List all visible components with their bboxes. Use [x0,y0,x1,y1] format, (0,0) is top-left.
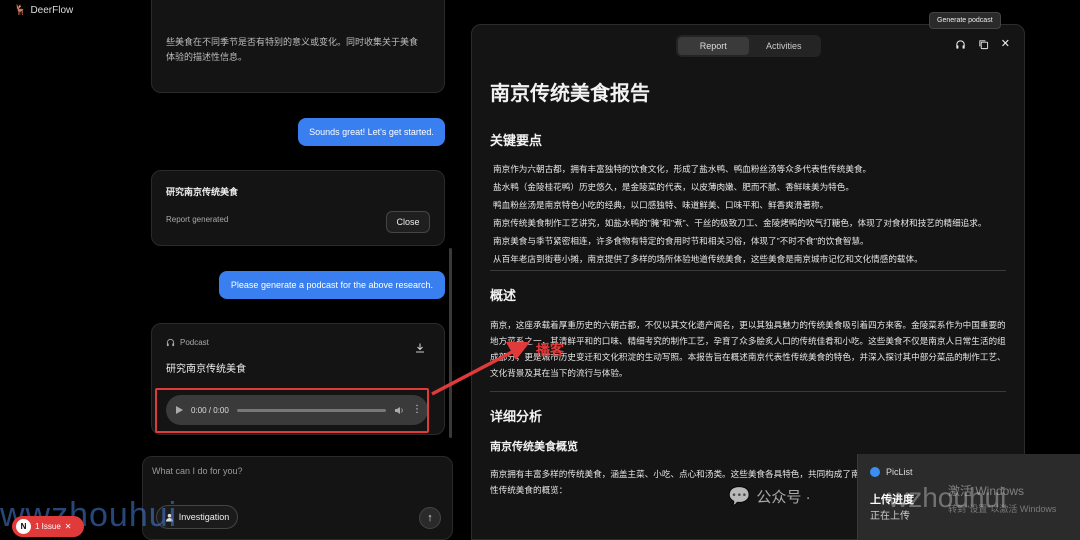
report-card[interactable]: 研究南京传统美食 Report generated Close [151,170,445,246]
list-item: 从百年老店到街巷小摊，南京提供了多样的场所体验地道传统美食，这些美食是南京城市记… [493,254,923,264]
section-heading: 详细分析 [490,409,543,424]
user-message: Please generate a podcast for the above … [219,271,445,299]
close-icon[interactable]: ✕ [65,522,72,531]
overview-paragraph: 南京，这座承载着厚重历史的六朝古都，不仅以其文化遗产闻名，更以其独具魅力的传统美… [490,320,1006,378]
report-status: Report generated [166,215,229,224]
report-card-title: 研究南京传统美食 [166,187,239,197]
chat-input-placeholder[interactable]: What can I do for you? [152,466,243,476]
piclist-icon [870,467,880,477]
list-item: 南京传统美食制作工艺讲究，如盐水鸭的"腌"和"煮"、干丝的极致刀工、金陵烤鸭的吹… [493,218,987,228]
close-button[interactable]: Close [386,211,430,233]
investigation-label: Investigation [178,512,230,522]
key-points-list: 南京作为六朝古都，拥有丰富独特的饮食文化，形成了盐水鸭、鸭血粉丝汤等众多代表性传… [490,162,1006,266]
send-button[interactable]: ↑ [419,507,441,529]
plan-text-line: 体验的描述性信息。 [166,52,248,62]
chat-column: 些美食在不同季节是否有特别的意义或变化。同时收集关于美食 体验的描述性信息。 S… [0,0,460,540]
wechat-text: 公众号 · [756,489,811,506]
plan-text-line: 些美食在不同季节是否有特别的意义或变化。同时收集关于美食 [166,37,419,47]
notification-app: PicList [886,467,913,477]
windows-activation-hint: 转到"设置"以激活 Windows [948,504,1057,514]
user-message: Sounds great! Let's get started. [298,118,445,146]
wechat-watermark: 💬 公众号 · [728,486,811,507]
subsection-heading: 南京传统美食概览 [490,441,578,453]
panel-actions: ✕ [955,39,1010,50]
divider [490,270,1006,271]
annotation-highlight-box [155,388,429,433]
headphones-icon [166,338,175,347]
section-heading: 关键要点 [490,133,543,148]
list-item: 南京作为六朝古都，拥有丰富独特的饮食文化，形成了盐水鸭、鸭血粉丝汤等众多代表性传… [493,164,872,174]
headphones-icon[interactable] [955,39,966,50]
close-icon[interactable]: ✕ [1001,39,1010,50]
chat-input-box[interactable]: What can I do for you? Investigation ↑ [142,456,453,540]
issue-label: 1 Issue [35,522,61,531]
divider [490,391,1006,392]
tab-activities[interactable]: Activities [749,37,820,55]
issue-avatar: N [16,519,31,534]
report-title: 南京传统美食报告 [490,83,650,105]
windows-activation-title: 激活 Windows [948,484,1025,498]
section-heading: 概述 [490,288,517,303]
podcast-title: 研究南京传统美食 [166,364,246,375]
report-document: 南京传统美食报告 关键要点 南京作为六朝古都，拥有丰富独特的饮食文化，形成了盐水… [490,77,1006,498]
podcast-label: Podcast [166,338,430,347]
annotation-label: 播客 [536,342,564,358]
notification-header: PicList [870,467,913,477]
list-item: 南京美食与季节紧密相连，许多食物有特定的食用时节和相关习俗，体现了"不时不食"的… [493,236,869,246]
issue-badge[interactable]: N 1 Issue ✕ [12,516,84,537]
plan-card: 些美食在不同季节是否有特别的意义或变化。同时收集关于美食 体验的描述性信息。 [151,0,445,93]
wechat-icon: 💬 [728,486,751,506]
podcast-label-text: Podcast [180,338,209,347]
tab-report[interactable]: Report [678,37,749,55]
tooltip: Generate podcast [929,12,1001,29]
panel-tabs: Report Activities [676,35,821,57]
list-item: 盐水鸭（金陵桂花鸭）历史悠久，是金陵菜的代表，以皮薄肉嫩、肥而不腻、香鲜味美为特… [493,182,854,192]
copy-icon[interactable] [978,39,989,50]
list-item: 鸭血粉丝汤是南京特色小吃的经典，以口感独特、味道鲜美、口味平和、鲜香爽滑著称。 [493,200,829,210]
download-icon[interactable] [414,342,426,354]
chat-scrollbar[interactable] [449,248,452,438]
arrow-up-icon: ↑ [427,512,433,524]
